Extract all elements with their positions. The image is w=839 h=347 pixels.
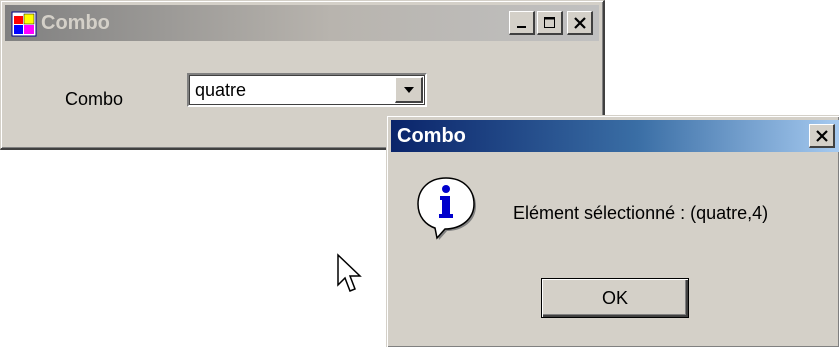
app-icon [11, 11, 37, 37]
dialog-close-button[interactable] [809, 124, 835, 148]
maximize-button[interactable] [537, 11, 563, 35]
dialog-titlebar[interactable]: Combo [391, 120, 839, 152]
ok-button[interactable]: OK [541, 278, 689, 318]
close-icon [815, 129, 828, 142]
dialog-message: Elément sélectionné : (quatre,4) [513, 203, 769, 223]
combo-label: Combo [65, 89, 124, 109]
dialog-title: Combo [397, 125, 466, 147]
combo-dropdown-button[interactable] [395, 77, 423, 103]
minimize-icon [516, 25, 526, 28]
minimize-button[interactable] [509, 11, 535, 35]
mouse-cursor-icon [337, 253, 362, 292]
chevron-down-icon [403, 86, 414, 93]
main-titlebar[interactable]: Combo [5, 5, 599, 41]
combo-selected-value: quatre [195, 80, 247, 100]
close-icon [573, 16, 586, 29]
info-icon [417, 177, 476, 240]
combo-box[interactable]: quatre [187, 73, 427, 107]
maximize-icon [543, 16, 555, 28]
message-dialog: Combo Elément sélectionné : (quatre,4) O… [386, 115, 839, 347]
window-title: Combo [41, 12, 110, 34]
close-button[interactable] [567, 11, 593, 35]
